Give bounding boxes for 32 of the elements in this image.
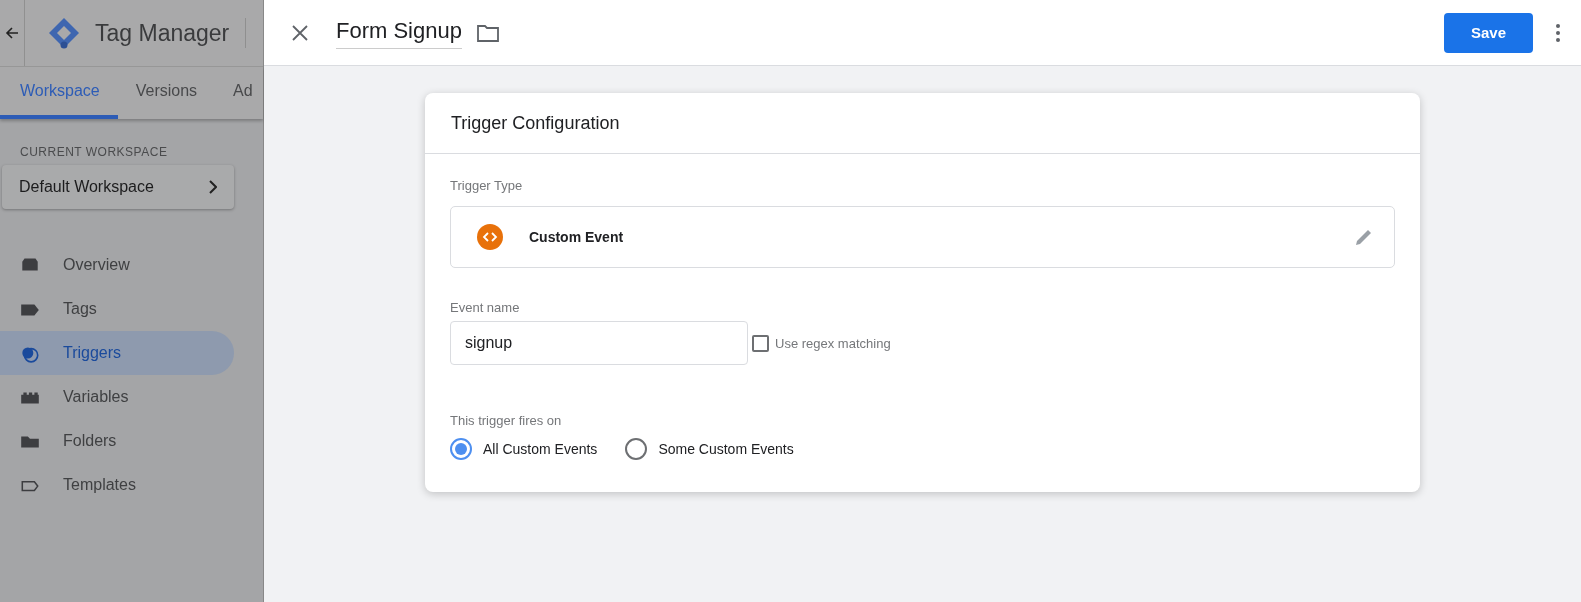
save-button[interactable]: Save bbox=[1444, 12, 1533, 53]
sidebar-item[interactable]: Overview bbox=[0, 243, 234, 287]
nav-tab[interactable]: Versions bbox=[117, 67, 216, 119]
back-arrow-icon[interactable] bbox=[5, 26, 19, 40]
radio-option[interactable]: Some Custom Events bbox=[625, 438, 794, 460]
field-label: Event name bbox=[450, 300, 521, 315]
event-name-field[interactable]: signup bbox=[450, 321, 748, 365]
logo-icon bbox=[47, 16, 81, 50]
code-brackets-icon bbox=[477, 224, 503, 250]
nav-tab[interactable]: Ad bbox=[215, 67, 263, 119]
nav-tab[interactable]: Workspace bbox=[0, 67, 118, 119]
regex-checkbox[interactable]: Use regex matching bbox=[752, 334, 891, 352]
sidebar-item[interactable]: Tags bbox=[0, 287, 234, 331]
pencil-icon[interactable] bbox=[1354, 227, 1374, 247]
field-label: This trigger fires on bbox=[450, 413, 563, 428]
sidebar-item[interactable]: Triggers bbox=[0, 331, 234, 375]
more-options-icon[interactable] bbox=[1555, 22, 1561, 43]
card-title: Trigger Configuration bbox=[425, 93, 1420, 154]
field-label: Trigger Type bbox=[450, 178, 524, 193]
close-icon[interactable] bbox=[292, 24, 308, 41]
sidebar-item[interactable]: Variables bbox=[0, 375, 234, 419]
workspace-selector[interactable]: Default Workspace bbox=[2, 165, 234, 209]
app-title: Tag Manager bbox=[95, 19, 230, 47]
trigger-type-selector[interactable]: Custom Event bbox=[450, 206, 1395, 268]
trigger-name-field[interactable]: Form Signup bbox=[336, 16, 462, 49]
trigger-type-name: Custom Event bbox=[529, 229, 625, 245]
sidebar-item[interactable]: Templates bbox=[0, 463, 234, 507]
sidebar-item[interactable]: Folders bbox=[0, 419, 234, 463]
chevron-right-icon bbox=[208, 180, 217, 194]
section-heading: CURRENT WORKSPACE bbox=[20, 145, 169, 159]
radio-option[interactable]: All Custom Events bbox=[450, 438, 598, 460]
folder-icon[interactable] bbox=[475, 22, 500, 43]
